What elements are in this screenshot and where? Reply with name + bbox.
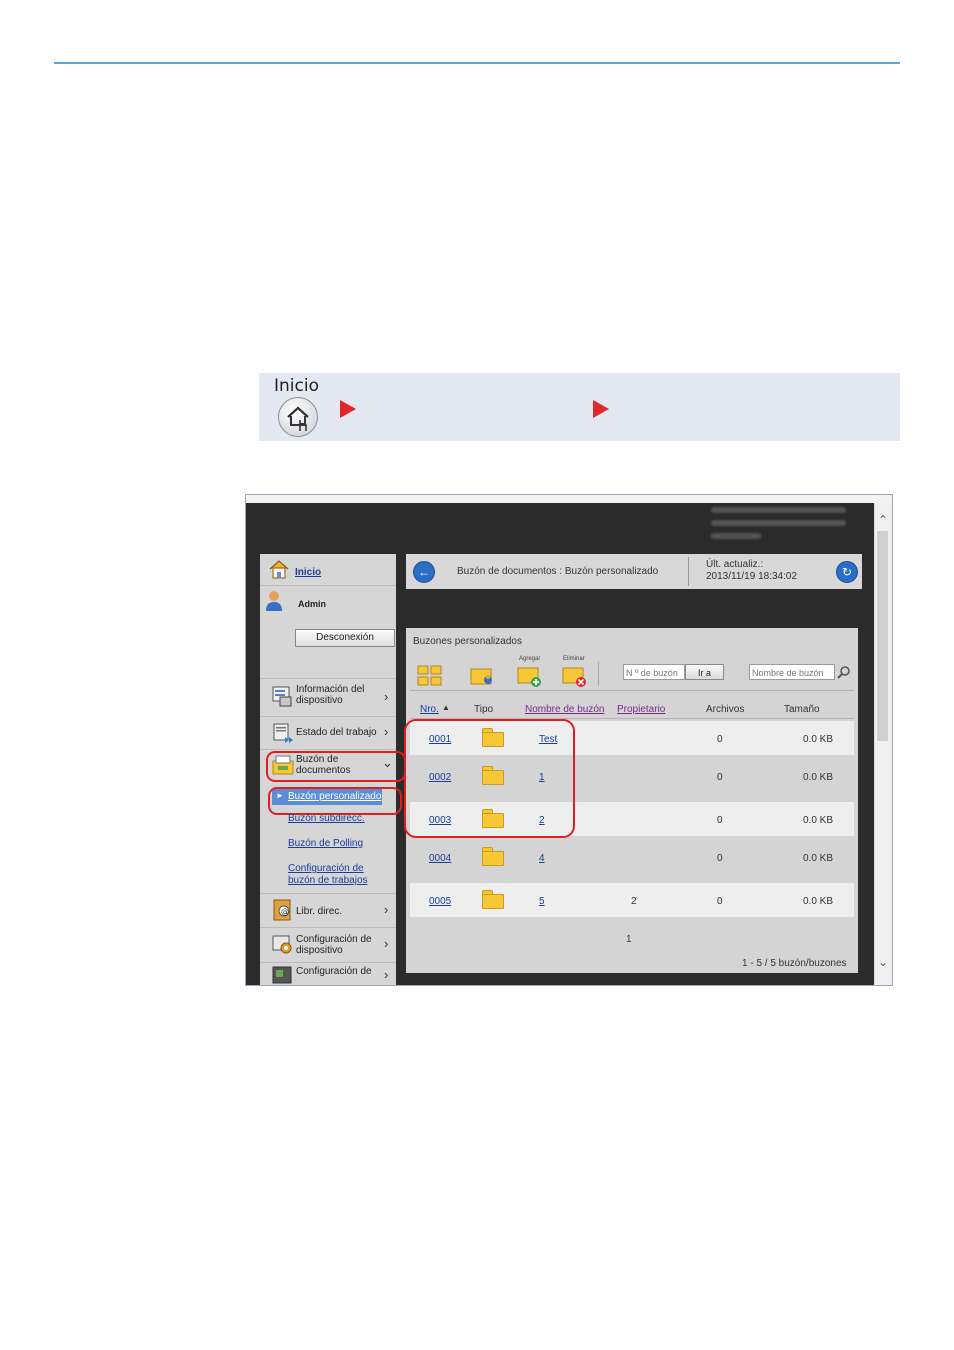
sidebar-item-label: Información del dispositivo [296, 684, 365, 706]
box-number-input[interactable]: N º de buzón [623, 664, 685, 680]
breadcrumb: Buzón de documentos : Buzón personalizad… [457, 566, 659, 577]
divider [598, 662, 599, 686]
address-book-icon: @ [273, 899, 291, 921]
submenu-subaddress-box[interactable]: Buzón subdirecc. [288, 813, 365, 825]
files-cell: 0 [717, 896, 723, 907]
chevron-right-icon: › [384, 689, 389, 704]
size-cell: 0.0 KB [803, 734, 834, 745]
sidebar-item-device-info[interactable]: Información del dispositivo › [260, 679, 396, 715]
result-count: 1 - 5 / 5 buzón/buzones [742, 958, 847, 969]
submenu-polling-box[interactable]: Buzón de Polling [288, 838, 363, 850]
add-label: Agregar [519, 656, 541, 662]
column-owner[interactable]: Propietario [617, 704, 665, 715]
user-avatar-icon [266, 591, 282, 611]
scroll-up-icon[interactable]: ⌃ [876, 513, 890, 527]
home-label: Inicio [274, 376, 319, 396]
browser-screenshot: ⌃ ⌄ Inicio Admin Desconexión Información… [245, 494, 893, 986]
sidebar-item-settings[interactable]: Configuración de › [260, 963, 396, 985]
sidebar-item-label: Configuración de [296, 966, 372, 977]
user-name: Admin [298, 599, 326, 609]
device-settings-icon [272, 935, 292, 954]
column-name[interactable]: Nombre de buzón [525, 704, 605, 715]
home-button[interactable] [278, 397, 318, 437]
sidebar-item-device-settings[interactable]: Configuración de dispositivo › [260, 928, 396, 962]
job-status-icon [273, 723, 293, 743]
divider [410, 690, 854, 691]
scroll-down-icon[interactable]: ⌄ [876, 955, 890, 969]
last-update-label: Últ. actualiz.: [706, 559, 764, 570]
go-button[interactable]: Ir a [685, 664, 724, 680]
sidebar-item-address-book[interactable]: @ Libr. direc. › [260, 894, 396, 926]
step-arrow-icon [593, 400, 609, 418]
sidebar-item-label: Configuración de dispositivo [296, 934, 372, 956]
folder-icon [482, 851, 504, 866]
home-icon [269, 560, 289, 579]
files-cell: 0 [717, 853, 723, 864]
column-files: Archivos [706, 704, 745, 715]
svg-text:@: @ [281, 907, 289, 916]
header-rule [54, 62, 900, 64]
sidebar-item-label: Libr. direc. [296, 906, 343, 917]
box-name-link[interactable]: 5 [539, 896, 545, 907]
size-cell: 0.0 KB [803, 896, 834, 907]
divider [260, 585, 396, 586]
table-row[interactable]: 0004 4 0 0.0 KB [410, 840, 854, 874]
refresh-icon[interactable]: ↻ [836, 561, 858, 583]
highlight-document-box [266, 751, 406, 782]
delete-label: Eliminar [563, 656, 585, 662]
box-number-link[interactable]: 0004 [429, 853, 451, 864]
files-cell: 0 [717, 734, 723, 745]
scrollbar-thumb[interactable] [877, 531, 888, 741]
sidebar-item-label: Estado del trabajo [296, 727, 377, 738]
folder-icon [482, 894, 504, 909]
delete-box-icon[interactable] [562, 665, 588, 689]
files-cell: 0 [717, 772, 723, 783]
device-info-blurred [711, 520, 846, 526]
column-number[interactable]: Nro. [420, 704, 439, 715]
back-arrow-icon[interactable]: ← [413, 561, 435, 583]
settings-icon [272, 966, 292, 984]
page-header-bar: ← Buzón de documentos : Buzón personaliz… [406, 554, 862, 589]
owner-cell: 2 [631, 896, 637, 907]
search-icon[interactable] [837, 665, 851, 679]
browser-tab-strip [246, 495, 892, 503]
sidebar: Inicio Admin Desconexión Información del… [260, 554, 406, 985]
grid-view-icon[interactable] [417, 664, 443, 688]
chevron-right-icon: › [384, 902, 389, 917]
highlight-box-rows [404, 719, 575, 838]
box-name-search-input[interactable]: Nombre de buzón [749, 664, 835, 680]
device-info-icon [272, 686, 292, 707]
device-info-blurred [711, 533, 761, 539]
files-cell: 0 [717, 815, 723, 826]
highlight-custom-box [268, 787, 402, 815]
sort-ascending-icon: ▲ [442, 703, 450, 712]
box-name-link[interactable]: 4 [539, 853, 545, 864]
size-cell: 0.0 KB [803, 815, 834, 826]
panel-title: Buzones personalizados [413, 636, 522, 647]
column-size: Tamaño [784, 704, 820, 715]
chevron-right-icon: › [384, 967, 389, 982]
submenu-job-box-settings[interactable]: Configuración de buzón de trabajos [288, 863, 388, 887]
size-cell: 0.0 KB [803, 853, 834, 864]
owner-folder-icon[interactable] [470, 664, 496, 688]
size-cell: 0.0 KB [803, 772, 834, 783]
home-touch-icon [287, 406, 309, 431]
divider [688, 557, 689, 586]
custom-box-panel: Buzones personalizados Agregar Eliminar … [404, 628, 858, 973]
device-info-blurred [711, 507, 846, 513]
chevron-right-icon: › [384, 936, 389, 951]
column-type: Tipo [474, 704, 494, 715]
logout-button[interactable]: Desconexión [295, 629, 395, 647]
add-box-icon[interactable] [517, 665, 543, 689]
page-number[interactable]: 1 [626, 934, 632, 945]
step-arrow-icon [340, 400, 356, 418]
last-update-value: 2013/11/19 18:34:02 [706, 571, 798, 582]
sidebar-item-job-status[interactable]: Estado del trabajo › [260, 717, 396, 749]
box-number-link[interactable]: 0005 [429, 896, 451, 907]
table-row[interactable]: 0005 5 2 0 0.0 KB [410, 883, 854, 917]
sidebar-home-link[interactable]: Inicio [295, 567, 321, 579]
chevron-right-icon: › [384, 724, 389, 739]
